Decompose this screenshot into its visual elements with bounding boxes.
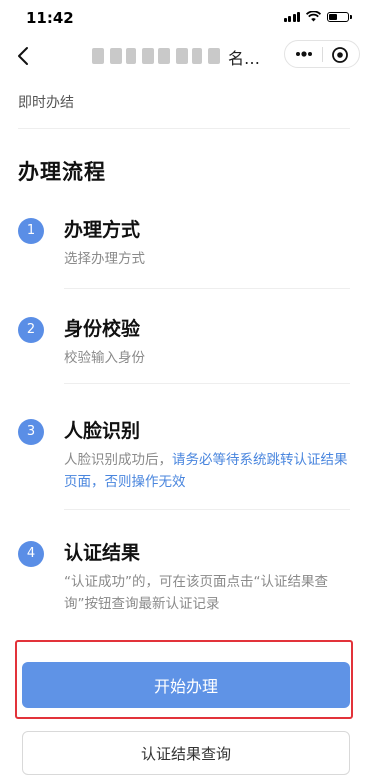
section-title: 办理流程	[18, 160, 106, 184]
handling-type-text: 即时办结	[18, 95, 74, 111]
nav-bar: 名…	[0, 36, 367, 76]
page-title: 名…	[92, 45, 282, 67]
more-dots-icon[interactable]	[293, 46, 315, 62]
divider	[18, 128, 350, 129]
result-query-button[interactable]: 认证结果查询	[22, 731, 350, 775]
step-description: 校验输入身份	[64, 350, 145, 366]
highlight-annotation-box	[15, 640, 353, 719]
wifi-icon	[306, 11, 321, 22]
step-description: “认证成功”的，可在该页面点击“认证结果查询”按钮查询最新认证记录	[64, 574, 328, 612]
back-arrow-icon[interactable]	[14, 44, 34, 68]
step-divider	[64, 509, 350, 510]
step-description: 选择办理方式	[64, 251, 145, 267]
step-divider	[64, 288, 350, 289]
step-number-badge: 3	[18, 419, 44, 445]
signal-icon	[283, 11, 300, 22]
step-description: 人脸识别成功后，请务必等待系统跳转认证结果页面，否则操作无效	[64, 449, 354, 493]
step-title: 人脸识别	[64, 420, 141, 442]
status-time: 11:42	[26, 9, 74, 27]
step-title: 身份校验	[64, 318, 141, 340]
close-circle-icon[interactable]	[331, 46, 349, 64]
step-description-text: 人脸识别成功后，	[64, 452, 172, 468]
step-title: 认证结果	[64, 542, 141, 564]
step-divider	[64, 383, 350, 384]
step-number-badge: 2	[18, 317, 44, 343]
battery-icon	[327, 11, 352, 22]
page-title-text: 名…	[228, 49, 261, 67]
step-title: 办理方式	[64, 219, 141, 241]
capsule-divider	[322, 47, 323, 62]
step-number-badge: 1	[18, 218, 44, 244]
status-icons	[283, 11, 352, 22]
step-number-badge: 4	[18, 541, 44, 567]
mini-program-capsule	[284, 40, 360, 68]
status-bar: 11:42	[0, 0, 367, 36]
